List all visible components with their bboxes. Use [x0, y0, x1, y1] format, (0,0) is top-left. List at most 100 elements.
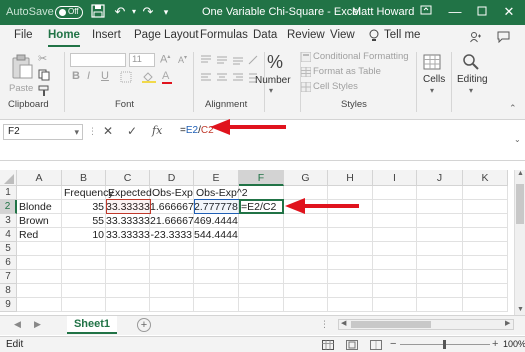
- cell-f9[interactable]: [239, 298, 284, 312]
- cell-e9[interactable]: [194, 298, 239, 312]
- cell-f5[interactable]: [239, 242, 284, 256]
- cells-icon[interactable]: [423, 54, 441, 73]
- font-color-icon[interactable]: A: [162, 70, 169, 82]
- row-header-1[interactable]: 1: [0, 186, 17, 200]
- comments-icon[interactable]: [497, 31, 510, 46]
- format-as-table-button[interactable]: Format as Table: [313, 66, 381, 77]
- enter-icon[interactable]: ✓: [127, 124, 137, 138]
- grow-font-icon[interactable]: A▴: [160, 53, 170, 66]
- tab-review[interactable]: Review: [287, 29, 325, 41]
- copy-icon[interactable]: [38, 69, 50, 84]
- tab-file[interactable]: File: [14, 29, 33, 41]
- cell-h3[interactable]: [328, 214, 373, 228]
- cell-b5[interactable]: [62, 242, 106, 256]
- align-top-icon[interactable]: [200, 54, 260, 69]
- format-painter-icon[interactable]: [38, 85, 50, 100]
- cell-e6[interactable]: [194, 256, 239, 270]
- cell-g3[interactable]: [284, 214, 328, 228]
- cell-h5[interactable]: [328, 242, 373, 256]
- cell-g6[interactable]: [284, 256, 328, 270]
- row-header-8[interactable]: 8: [0, 284, 17, 298]
- sheet-tab-sheet1[interactable]: Sheet1: [67, 316, 117, 334]
- vertical-scrollbar[interactable]: ▲ ▼: [514, 170, 525, 315]
- cell-b9[interactable]: [62, 298, 106, 312]
- cell-i6[interactable]: [373, 256, 417, 270]
- cut-icon[interactable]: ✂: [38, 52, 47, 65]
- tab-view[interactable]: View: [330, 29, 355, 41]
- cell-c6[interactable]: [106, 256, 150, 270]
- cell-i2[interactable]: [373, 200, 417, 214]
- cell-a5[interactable]: [17, 242, 62, 256]
- user-name[interactable]: Matt Howard: [352, 6, 414, 18]
- cell-f4[interactable]: [239, 228, 284, 242]
- cell-g7[interactable]: [284, 270, 328, 284]
- column-header-f[interactable]: F: [239, 170, 284, 186]
- borders-icon[interactable]: [120, 71, 132, 86]
- column-header-g[interactable]: G: [284, 170, 328, 186]
- scroll-down-icon[interactable]: ▼: [517, 306, 524, 313]
- row-header-6[interactable]: 6: [0, 256, 17, 270]
- cell-a7[interactable]: [17, 270, 62, 284]
- cell-h9[interactable]: [328, 298, 373, 312]
- cell-e5[interactable]: [194, 242, 239, 256]
- sheet-bar-splitter-icon[interactable]: ⋮: [320, 319, 329, 330]
- cell-b7[interactable]: [62, 270, 106, 284]
- column-header-d[interactable]: D: [150, 170, 194, 186]
- number-format-icon[interactable]: %: [260, 52, 290, 73]
- scroll-up-icon[interactable]: ▲: [517, 170, 524, 177]
- page-layout-view-icon[interactable]: [346, 340, 358, 352]
- cell-d5[interactable]: [150, 242, 194, 256]
- cell-j9[interactable]: [417, 298, 463, 312]
- cell-styles-button[interactable]: Cell Styles: [313, 81, 358, 92]
- cell-k6[interactable]: [463, 256, 508, 270]
- paste-button[interactable]: Paste: [9, 83, 33, 94]
- zoom-level[interactable]: 100%: [503, 339, 525, 349]
- cell-f7[interactable]: [239, 270, 284, 284]
- cell-c5[interactable]: [106, 242, 150, 256]
- row-header-7[interactable]: 7: [0, 270, 17, 284]
- number-dropdown-icon[interactable]: ▾: [269, 86, 273, 95]
- customize-qat-icon[interactable]: ▾: [158, 4, 174, 20]
- cell-j1[interactable]: [417, 186, 463, 200]
- shrink-font-icon[interactable]: A▾: [178, 54, 187, 65]
- italic-button[interactable]: I: [87, 70, 90, 82]
- cell-j8[interactable]: [417, 284, 463, 298]
- name-box[interactable]: F2: [3, 124, 83, 140]
- cells-button[interactable]: Cells: [423, 74, 445, 85]
- expand-formula-bar-icon[interactable]: ⌄: [514, 135, 521, 144]
- tab-formulas[interactable]: Formulas: [200, 29, 248, 41]
- close-icon[interactable]: ✕: [501, 4, 517, 20]
- cell-d6[interactable]: [150, 256, 194, 270]
- cell-e8[interactable]: [194, 284, 239, 298]
- cell-k8[interactable]: [463, 284, 508, 298]
- cell-h6[interactable]: [328, 256, 373, 270]
- cell-k7[interactable]: [463, 270, 508, 284]
- share-icon[interactable]: [470, 31, 482, 46]
- vertical-scroll-thumb[interactable]: [516, 184, 524, 224]
- cell-h7[interactable]: [328, 270, 373, 284]
- cell-i5[interactable]: [373, 242, 417, 256]
- cell-g4[interactable]: [284, 228, 328, 242]
- redo-icon[interactable]: ↷: [140, 4, 156, 20]
- paste-icon[interactable]: [10, 54, 34, 83]
- cell-i8[interactable]: [373, 284, 417, 298]
- tab-insert[interactable]: Insert: [92, 29, 121, 41]
- cell-k1[interactable]: [463, 186, 508, 200]
- column-header-k[interactable]: K: [463, 170, 508, 186]
- cell-b8[interactable]: [62, 284, 106, 298]
- font-name-dropdown[interactable]: [70, 53, 126, 67]
- cell-a1[interactable]: [17, 186, 62, 200]
- cell-g8[interactable]: [284, 284, 328, 298]
- cell-k2[interactable]: [463, 200, 508, 214]
- tell-me-search[interactable]: Tell me: [384, 29, 420, 41]
- cell-i1[interactable]: [373, 186, 417, 200]
- cell-a8[interactable]: [17, 284, 62, 298]
- cell-c8[interactable]: [106, 284, 150, 298]
- column-header-j[interactable]: J: [417, 170, 463, 186]
- cell-k5[interactable]: [463, 242, 508, 256]
- cell-g5[interactable]: [284, 242, 328, 256]
- row-header-2[interactable]: 2: [0, 200, 17, 214]
- horizontal-scroll-thumb[interactable]: [351, 321, 431, 328]
- column-header-h[interactable]: H: [328, 170, 373, 186]
- cell-j4[interactable]: [417, 228, 463, 242]
